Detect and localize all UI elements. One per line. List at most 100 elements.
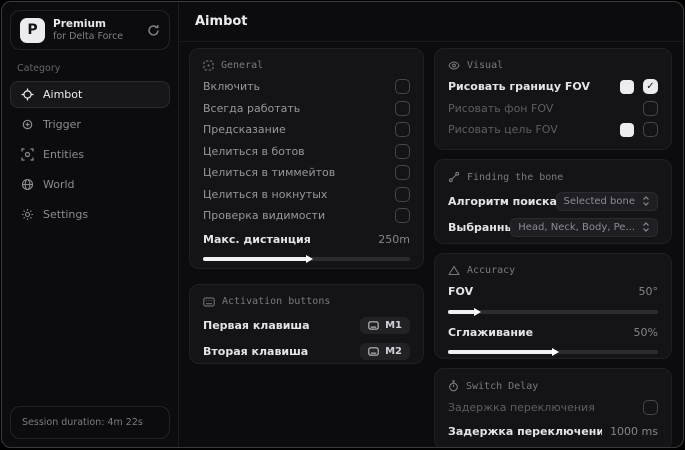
selected-bones-select[interactable]: Head, Neck, Body, Pe... [510, 217, 658, 237]
checkbox[interactable]: ✓ [643, 100, 658, 116]
panel-title: Switch Delay [466, 380, 539, 392]
setting-label: Предсказание [203, 123, 286, 137]
setting-label: Целиться в тиммейтов [203, 166, 336, 180]
chevron-up-down-icon [642, 196, 650, 206]
panel-title: Visual [467, 60, 504, 71]
gear-icon [21, 208, 34, 221]
slider-value: 1000 ms [610, 424, 658, 438]
first-key-button[interactable]: M1 [360, 316, 410, 334]
app-window: P Premium for Delta Force Category Aimbo… [1, 1, 684, 448]
refresh-icon[interactable] [147, 24, 160, 37]
fov-slider-group: FOV 50° [448, 281, 659, 316]
second-key-button[interactable]: M2 [360, 342, 410, 360]
brand-logo: P [20, 17, 45, 43]
brand-title: Premium [53, 17, 106, 30]
sidebar-item-label: Settings [43, 208, 89, 221]
bone-icon [448, 171, 460, 183]
setting-row: Целиться в ботов ✓ [203, 141, 410, 163]
setting-row: Предсказание ✓ [203, 119, 410, 141]
setting-label: Целиться в ботов [203, 144, 305, 158]
setting-row: Проверка видимости ✓ [203, 205, 410, 227]
checkbox[interactable]: ✓ [395, 122, 410, 138]
checkbox[interactable]: ✓ [395, 143, 410, 159]
switch-delay-slider-group: Задержка переключения (мс) 1000 ms [448, 421, 658, 448]
slider-label: FOV [448, 285, 474, 299]
fov-slider[interactable] [448, 307, 658, 316]
checkbox[interactable]: ✓ [395, 186, 410, 202]
sidebar-item-label: World [43, 178, 75, 191]
setting-row: Целиться в тиммейтов ✓ [203, 162, 410, 184]
trigger-icon [21, 118, 34, 131]
max-distance-slider[interactable] [203, 255, 410, 263]
finding-bone-panel: Finding the bone Алгоритм поиска кост Se… [434, 159, 672, 244]
setting-row: Целиться в нокнутых ✓ [203, 184, 410, 206]
general-panel: General Включить ✓ Всегда работать ✓ Пре… [189, 48, 424, 269]
chevron-up-down-icon [642, 222, 650, 232]
setting-label: Включить [203, 80, 261, 94]
crosshair-icon [21, 88, 34, 101]
entities-icon [21, 148, 34, 161]
keybind-label: Вторая клавиша [203, 344, 309, 358]
keybind-value: M1 [385, 319, 402, 331]
checkbox[interactable]: ✓ [643, 79, 658, 95]
slider-label: Сглаживание [448, 325, 534, 339]
panel-title: General [221, 60, 264, 71]
bone-algorithm-select[interactable]: Selected bone [555, 191, 658, 211]
brand-card: P Premium for Delta Force [10, 10, 170, 50]
sidebar: P Premium for Delta Force Category Aimbo… [2, 2, 179, 447]
accuracy-panel: Accuracy FOV 50° Сглаживание 50% [434, 253, 672, 359]
scan-icon [203, 60, 214, 71]
sidebar-item-aimbot[interactable]: Aimbot [10, 81, 170, 108]
sidebar-item-label: Trigger [43, 118, 81, 131]
checkbox[interactable]: ✓ [395, 208, 410, 224]
selected-bones-label: Выбранные кос [448, 220, 510, 234]
smoothing-slider-group: Сглаживание 50% [448, 322, 658, 356]
category-label: Category [17, 63, 61, 74]
sidebar-item-label: Entities [43, 148, 85, 161]
keybind-row: Первая клавиша M1 [203, 312, 410, 338]
sidebar-item-trigger[interactable]: Trigger [10, 111, 170, 138]
eye-icon [448, 60, 460, 71]
smoothing-slider[interactable] [448, 348, 658, 356]
checkbox[interactable]: ✓ [643, 122, 658, 138]
slider-value: 50° [638, 285, 659, 299]
setting-label: Рисовать цель FOV [448, 123, 558, 137]
slider-thumb[interactable] [552, 348, 559, 356]
checkbox[interactable]: ✓ [395, 165, 410, 181]
slider-thumb[interactable] [305, 255, 313, 263]
setting-row: Рисовать фон FOV ✓ [448, 98, 658, 120]
select-value: Selected bone [563, 195, 635, 207]
slider-label: Задержка переключения (мс) [448, 424, 603, 438]
setting-row: Всегда работать ✓ [203, 98, 410, 120]
check-icon: ✓ [646, 80, 655, 92]
activation-buttons-panel: Activation buttons Первая клавиша M1 Вто… [189, 284, 424, 364]
globe-icon [21, 178, 34, 191]
select-value: Head, Neck, Body, Pe... [518, 221, 635, 233]
checkbox[interactable]: ✓ [395, 79, 410, 95]
keybind-label: Первая клавиша [203, 318, 310, 332]
stopwatch-icon [448, 380, 459, 392]
selected-bones-row: Выбранные кос Head, Neck, Body, Pe... [448, 214, 658, 240]
slider-thumb[interactable] [474, 307, 482, 316]
checkbox[interactable]: ✓ [643, 400, 658, 416]
setting-row: Рисовать границу FOV ✓ [448, 76, 658, 98]
sidebar-item-settings[interactable]: Settings [10, 201, 170, 228]
setting-label: Рисовать фон FOV [448, 101, 554, 115]
setting-row: Задержка переключения ✓ [448, 397, 658, 419]
setting-row: Включить ✓ [203, 76, 410, 98]
keyboard-icon [368, 346, 379, 356]
sidebar-item-entities[interactable]: Entities [10, 141, 170, 168]
main-content: Aimbot General Включить Всегда работать … [180, 2, 683, 447]
keybind-value: M2 [385, 345, 402, 357]
sidebar-item-world[interactable]: World [10, 171, 170, 198]
setting-row: Рисовать цель FOV ✓ [448, 119, 658, 141]
color-swatch[interactable] [620, 122, 634, 137]
setting-label: Рисовать границу FOV [448, 80, 590, 94]
setting-label: Задержка переключения [448, 401, 595, 415]
keyboard-icon [368, 320, 379, 330]
sidebar-nav: Aimbot Trigger Entities World Settings [10, 81, 170, 228]
slider-thumb[interactable] [468, 447, 475, 448]
session-duration: Session duration: 4m 22s [10, 406, 170, 439]
color-swatch[interactable] [620, 79, 634, 94]
checkbox[interactable]: ✓ [395, 100, 410, 116]
